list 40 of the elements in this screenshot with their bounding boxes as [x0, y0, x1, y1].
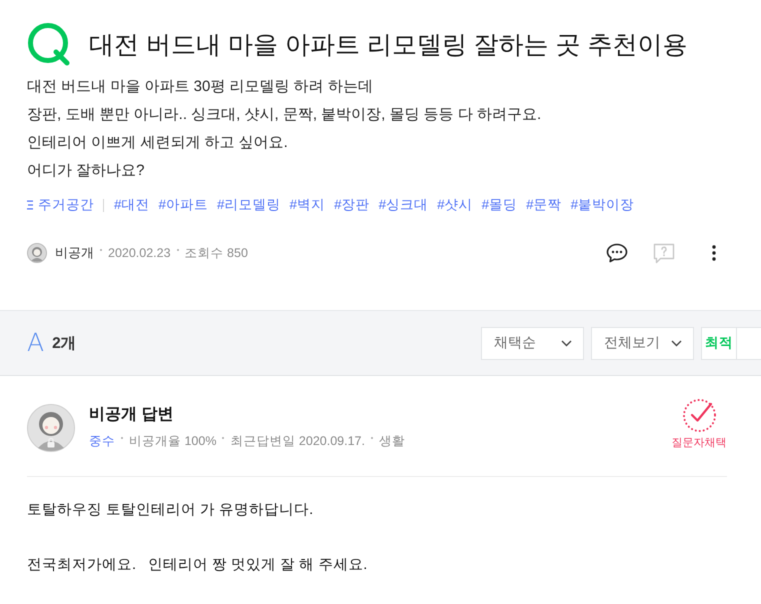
q-logo-icon: [27, 22, 71, 66]
question-body-line: 대전 버드내 마을 아파트 30평 리모델링 하려 하는데: [27, 77, 374, 97]
rank-label: 중수: [89, 432, 115, 450]
answer-count: 2개: [52, 334, 77, 354]
post-date: 2020.02.23: [108, 246, 171, 260]
sort-dropdown[interactable]: 채택순: [481, 326, 584, 360]
tag-link[interactable]: #대전: [114, 196, 150, 214]
lines-icon: [27, 200, 33, 210]
tag-link[interactable]: #리모델링: [217, 196, 281, 214]
tag-link[interactable]: #벽지: [290, 196, 326, 214]
tag-link[interactable]: #장판: [334, 196, 370, 214]
tag-link[interactable]: #문짝: [526, 196, 562, 214]
question-body-line: 어디가 잘하나요?: [27, 161, 146, 181]
chevron-down-icon: [671, 340, 682, 346]
answer-mark: A: [27, 328, 44, 358]
chevron-down-icon: [561, 340, 572, 346]
comment-icon[interactable]: [606, 243, 628, 263]
tag-link[interactable]: #샷시: [437, 196, 473, 214]
category-link[interactable]: 주거공간: [27, 196, 94, 214]
question-body-line: 인테리어 이쁘게 세련되게 하고 싶어요.: [27, 133, 289, 153]
avatar-icon: [27, 404, 75, 452]
answer-stat: 비공개율 100%: [129, 432, 216, 450]
answer-paragraph: 전국최저가에요. 인테리어 짱 멋있게 잘 해 주세요.: [27, 556, 368, 575]
avatar-icon: [27, 243, 47, 263]
answer-paragraph: 토탈하우징 토탈인테리어 가 유명하답니다.: [27, 501, 314, 520]
answer-stat: 최근답변일 2020.09.17.: [230, 432, 365, 450]
answer-stat: 생활: [378, 432, 405, 450]
question-title: 대전 버드내 마을 아파트 리모델링 잘하는 곳 추천이용: [89, 30, 688, 60]
view-count: 조회수 850: [184, 244, 248, 262]
tag-link[interactable]: #아파트: [158, 196, 208, 214]
author-name: 비공개: [55, 244, 94, 262]
question-body-line: 장판, 도배 뿐만 아니라.. 싱크대, 샷시, 문짝, 붙박이장, 몰딩 등등 다 하려구요.: [27, 105, 542, 125]
adopted-label: 질문자채택: [672, 436, 726, 450]
tag-link[interactable]: #붙박이장: [570, 196, 634, 214]
check-badge-icon: [682, 398, 716, 433]
tag-link[interactable]: #몰딩: [482, 196, 518, 214]
answerer-name: 비공개 답변: [89, 405, 174, 425]
tag-link[interactable]: #싱크대: [378, 196, 428, 214]
more-icon[interactable]: [712, 245, 716, 261]
filter-dropdown[interactable]: 전체보기: [591, 326, 694, 360]
